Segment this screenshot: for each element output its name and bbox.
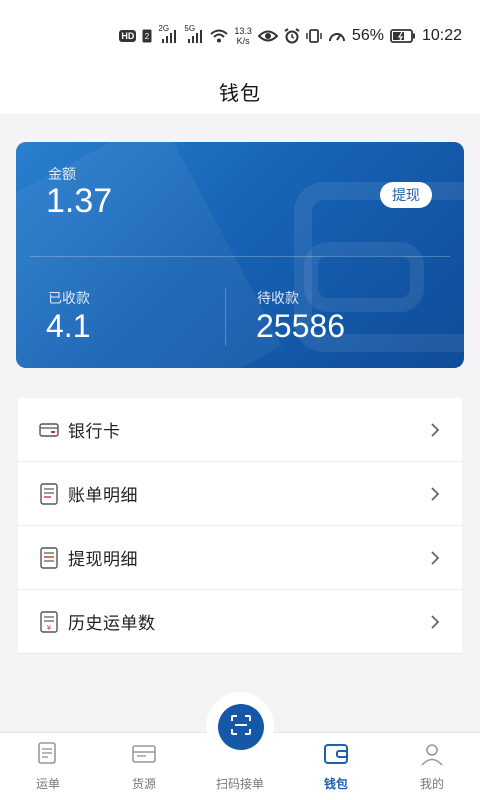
wifi-icon — [210, 29, 229, 43]
chevron-right-icon — [428, 422, 442, 437]
sim-icon: 2 — [142, 29, 152, 43]
chevron-right-icon — [428, 486, 442, 501]
menu-item-label: 提现明细 — [68, 550, 138, 570]
bill-icon — [38, 482, 60, 505]
speedometer-icon — [328, 28, 346, 44]
eye-icon — [257, 29, 278, 43]
wallet-icon — [323, 741, 349, 767]
menu-item-label: 银行卡 — [68, 422, 121, 442]
nav-label: 我的 — [419, 777, 444, 791]
balance-label: 金额 — [48, 167, 76, 183]
received-label: 已收款 — [48, 291, 90, 307]
alarm-icon — [284, 28, 300, 44]
wallet-watermark-inner — [304, 242, 424, 312]
withdraw-record-icon — [38, 546, 60, 569]
page-title: 钱包 — [219, 80, 261, 105]
page-header: 钱包 — [0, 68, 480, 114]
clock: 10:22 — [421, 27, 462, 44]
speed-value: 13.3 — [234, 26, 252, 36]
scan-button[interactable] — [218, 704, 264, 750]
nav-tab-goods-source[interactable]: 货源 — [96, 732, 192, 800]
scan-icon — [231, 715, 251, 739]
balance-value: 1.37 — [46, 182, 113, 220]
network-speed: 13.3 K/s — [234, 26, 252, 46]
pending-label: 待收款 — [257, 291, 299, 307]
battery-percent: 56% — [351, 27, 384, 44]
card-divider — [30, 256, 450, 257]
pending-value: 25586 — [256, 308, 345, 344]
nav-tab-wallet[interactable]: 钱包 — [288, 732, 384, 800]
status-icons: HD 2 2G 5G 13.3 K/s 56% 10:22 — [119, 22, 462, 50]
nav-tab-profile[interactable]: 我的 — [384, 732, 480, 800]
wallet-menu: 银行卡 账单明细 提现明细 ¥ 历史运单数 — [18, 398, 462, 654]
menu-item-withdraw-detail[interactable]: 提现明细 — [18, 526, 462, 590]
menu-item-label: 历史运单数 — [68, 614, 156, 634]
withdraw-button[interactable]: 提现 — [380, 182, 432, 208]
profile-icon — [419, 741, 445, 767]
hd-badge: HD — [119, 30, 137, 42]
battery-icon — [390, 29, 416, 43]
chevron-right-icon — [428, 614, 442, 629]
nav-label: 钱包 — [323, 777, 348, 791]
signal-2g-icon: 2G — [158, 25, 178, 43]
waybill-icon — [35, 741, 61, 767]
menu-item-history-waybill[interactable]: ¥ 历史运单数 — [18, 590, 462, 654]
nav-label: 货源 — [131, 777, 156, 791]
speed-unit: K/s — [236, 36, 250, 46]
wallet-card: 金额 1.37 提现 已收款 4.1 待收款 25586 — [16, 142, 464, 368]
menu-item-bill-detail[interactable]: 账单明细 — [18, 462, 462, 526]
chevron-right-icon — [428, 550, 442, 565]
nav-tab-waybill[interactable]: 运单 — [0, 732, 96, 800]
vibrate-icon — [306, 28, 322, 44]
bank-card-icon — [38, 419, 60, 441]
card-vertical-divider — [225, 288, 226, 346]
svg-text:¥: ¥ — [47, 624, 52, 632]
goods-source-icon — [131, 741, 157, 767]
status-bar: HD 2 2G 5G 13.3 K/s 56% 10:22 — [0, 0, 480, 68]
menu-item-bank-card[interactable]: 银行卡 — [18, 398, 462, 462]
signal-5g-icon: 5G — [184, 25, 204, 43]
nav-label: 运单 — [35, 777, 60, 791]
sim-number: 2 — [145, 32, 150, 41]
net2-label: 5G — [184, 24, 196, 33]
nav-label: 扫码接单 — [215, 777, 264, 791]
received-value: 4.1 — [46, 308, 91, 344]
net1-label: 2G — [158, 24, 170, 33]
menu-item-label: 账单明细 — [68, 486, 138, 506]
history-waybill-icon: ¥ — [38, 610, 60, 633]
